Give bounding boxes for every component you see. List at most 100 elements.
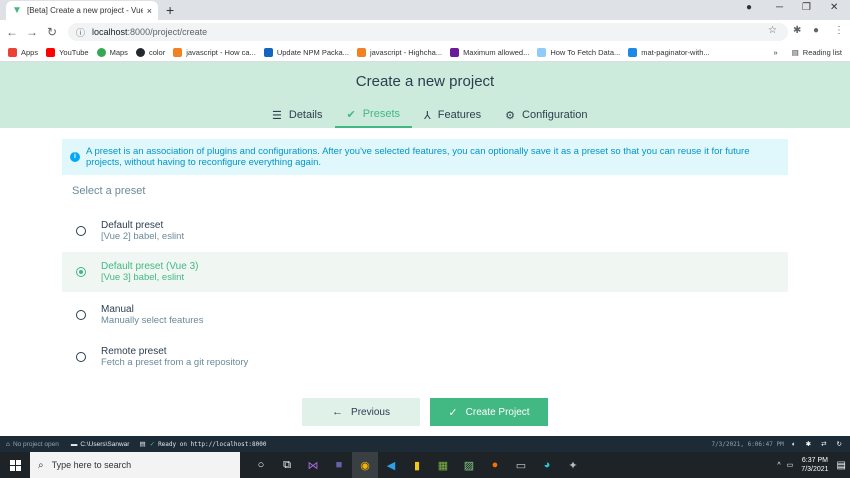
new-tab-button[interactable]: + bbox=[166, 2, 174, 18]
reload-icon[interactable]: ↻ bbox=[44, 25, 60, 39]
address-bar[interactable]: ⓘ localhost:8000/project/create bbox=[68, 23, 788, 41]
bookmark-stackoverflow-2[interactable]: javascript - Highcha... bbox=[356, 48, 442, 57]
radio-button[interactable] bbox=[76, 310, 86, 320]
browser-tab[interactable]: ▼ [Beta] Create a new project - Vue × bbox=[6, 1, 158, 20]
github-icon bbox=[135, 48, 145, 57]
preset-option-remote[interactable]: Remote preset Fetch a preset from a git … bbox=[62, 337, 788, 377]
teams-icon[interactable]: ■ bbox=[326, 452, 352, 478]
preset-option-default[interactable]: Default preset [Vue 2] babel, eslint bbox=[62, 211, 788, 251]
extensions-icon[interactable]: ✱ bbox=[793, 25, 801, 36]
bookmark-stackoverflow-1[interactable]: javascript - How ca... bbox=[173, 48, 256, 57]
maps-pin-icon bbox=[96, 48, 106, 57]
info-icon: i bbox=[70, 152, 80, 162]
preset-option-vue3[interactable]: Default preset (Vue 3) [Vue 3] babel, es… bbox=[62, 252, 788, 292]
photos-icon[interactable]: ▨ bbox=[456, 452, 482, 478]
chrome-icon[interactable]: ◉ bbox=[352, 452, 378, 478]
check-circle-icon: ✔ bbox=[346, 108, 356, 121]
clock[interactable]: 6:37 PM 7/3/2021 bbox=[801, 456, 828, 474]
minimize-icon[interactable]: ─ bbox=[776, 2, 783, 13]
cortana-icon[interactable]: ○ bbox=[248, 452, 274, 478]
bookmark-fetch[interactable]: How To Fetch Data... bbox=[537, 48, 620, 57]
back-icon[interactable]: ← bbox=[4, 25, 20, 39]
windows-start-icon[interactable] bbox=[0, 452, 30, 478]
radio-button[interactable] bbox=[76, 226, 86, 236]
tab-features[interactable]: ⅄ Features bbox=[412, 102, 493, 128]
project-status[interactable]: ⌂ No project open bbox=[6, 441, 59, 448]
translate-icon[interactable]: ⇄ bbox=[821, 440, 826, 448]
tab-configuration[interactable]: ⚙ Configuration bbox=[493, 102, 599, 128]
lightning-icon bbox=[628, 48, 638, 57]
close-window-icon[interactable]: ✕ bbox=[830, 2, 838, 13]
cwd-status[interactable]: ▬ C:\Users\Sanwar bbox=[71, 441, 130, 448]
console-status[interactable]: ▤ ✓ Ready on http://localhost:8000 bbox=[139, 440, 266, 449]
preset-name: Default preset (Vue 3) bbox=[101, 261, 199, 272]
edge-icon[interactable]: ◕ bbox=[534, 452, 560, 478]
app-header: Create a new project ☰ Details ✔ Presets… bbox=[0, 62, 850, 128]
tab-presets[interactable]: ✔ Presets bbox=[334, 102, 413, 128]
radio-button[interactable] bbox=[76, 352, 86, 362]
network-icon[interactable]: ▭ bbox=[787, 461, 794, 469]
task-view-icon[interactable]: ⧉ bbox=[274, 452, 300, 478]
console-icon: ▤ bbox=[139, 441, 146, 448]
info-banner: i A preset is an association of plugins … bbox=[62, 139, 788, 175]
create-project-button[interactable]: ✓ Create Project bbox=[430, 398, 548, 426]
forward-icon[interactable]: → bbox=[24, 25, 40, 39]
browser-toolbar: ← → ↻ ⓘ localhost:8000/project/create ☆ … bbox=[0, 20, 850, 44]
folder-icon: ▬ bbox=[70, 440, 78, 448]
bookmark-star-icon[interactable]: ☆ bbox=[768, 25, 777, 36]
site-icon bbox=[537, 48, 547, 57]
account-icon[interactable]: ● bbox=[813, 25, 819, 36]
menu-icon[interactable]: ⋮ bbox=[834, 25, 844, 36]
chevron-up-icon[interactable]: ^ bbox=[777, 462, 780, 469]
notepad-icon[interactable]: ▦ bbox=[430, 452, 456, 478]
apps-grid-icon bbox=[8, 48, 17, 57]
taskbar-search[interactable]: ⌕ Type here to search bbox=[30, 452, 240, 478]
bookmark-color[interactable]: color bbox=[135, 48, 165, 57]
bookmark-youtube[interactable]: YouTube bbox=[46, 48, 89, 57]
bookmark-maps[interactable]: Maps bbox=[96, 48, 128, 57]
restore-icon[interactable]: ❐ bbox=[802, 2, 811, 13]
preset-text: Default preset (Vue 3) [Vue 3] babel, es… bbox=[101, 261, 198, 283]
reading-list-icon: ▤ bbox=[791, 48, 799, 57]
visual-studio-icon[interactable]: ⋈ bbox=[300, 452, 326, 478]
preset-text: Remote preset Fetch a preset from a git … bbox=[101, 346, 248, 368]
radio-button-selected[interactable] bbox=[76, 267, 86, 277]
reading-list[interactable]: » ▤ Reading list bbox=[774, 48, 842, 57]
page-title: Create a new project bbox=[355, 73, 495, 90]
tab-details[interactable]: ☰ Details bbox=[260, 102, 335, 128]
list-icon: ☰ bbox=[272, 109, 282, 122]
bug-icon[interactable]: ✱ bbox=[806, 440, 811, 448]
app-status-bar: ⌂ No project open ▬ C:\Users\Sanwar ▤ ✓ Read… bbox=[0, 436, 850, 452]
terminal-icon[interactable]: ▭ bbox=[508, 452, 534, 478]
preset-description: Fetch a preset from a git repository bbox=[101, 357, 249, 368]
notification-icon[interactable]: ▤ bbox=[837, 460, 846, 471]
preset-description: Manually select features bbox=[101, 315, 204, 326]
step-tabs: ☰ Details ✔ Presets ⅄ Features ⚙ Configu… bbox=[260, 102, 600, 128]
bookmark-paginator[interactable]: mat-paginator-with... bbox=[628, 48, 710, 57]
close-tab-icon[interactable]: × bbox=[147, 6, 152, 16]
more-bookmarks-icon[interactable]: » bbox=[774, 48, 778, 57]
windows-taskbar: ⌕ Type here to search ○ ⧉ ⋈ ■ ◉ ◀ ▮ ▦ ▨ … bbox=[0, 452, 850, 478]
vue-logo-icon: ▼ bbox=[12, 4, 22, 16]
refresh-icon[interactable]: ↻ bbox=[837, 440, 842, 448]
bookmarks-bar: Apps YouTube Maps color javascript - How… bbox=[0, 44, 850, 62]
section-title: Select a preset bbox=[72, 185, 146, 197]
profile-icon[interactable]: ● bbox=[746, 2, 752, 13]
tree-icon: ⅄ bbox=[424, 109, 431, 122]
bookmark-apps[interactable]: Apps bbox=[8, 48, 38, 57]
theme-icon[interactable]: ◐ bbox=[792, 441, 796, 448]
bookmark-npm[interactable]: Update NPM Packa... bbox=[263, 48, 349, 57]
app-icon[interactable]: ✦ bbox=[560, 452, 586, 478]
info-text: A preset is an association of plugins an… bbox=[86, 146, 750, 168]
search-icon: ⌕ bbox=[38, 459, 44, 471]
status-right: 7/3/2021, 6:06:47 PM ◐ ✱ ⇄ ↻ bbox=[711, 440, 842, 449]
file-explorer-icon[interactable]: ▮ bbox=[404, 452, 430, 478]
browser-tabstrip: ▼ [Beta] Create a new project - Vue × + … bbox=[0, 0, 850, 20]
postman-icon[interactable]: ● bbox=[482, 452, 508, 478]
system-tray: ^ ▭ 6:37 PM 7/3/2021 ▤ bbox=[777, 452, 846, 478]
preset-option-manual[interactable]: Manual Manually select features bbox=[62, 295, 788, 335]
vscode-icon[interactable]: ◀ bbox=[378, 452, 404, 478]
previous-button[interactable]: ← Previous bbox=[302, 398, 420, 426]
bookmark-maximum[interactable]: Maximum allowed... bbox=[450, 48, 529, 57]
site-info-icon[interactable]: ⓘ bbox=[76, 26, 85, 39]
